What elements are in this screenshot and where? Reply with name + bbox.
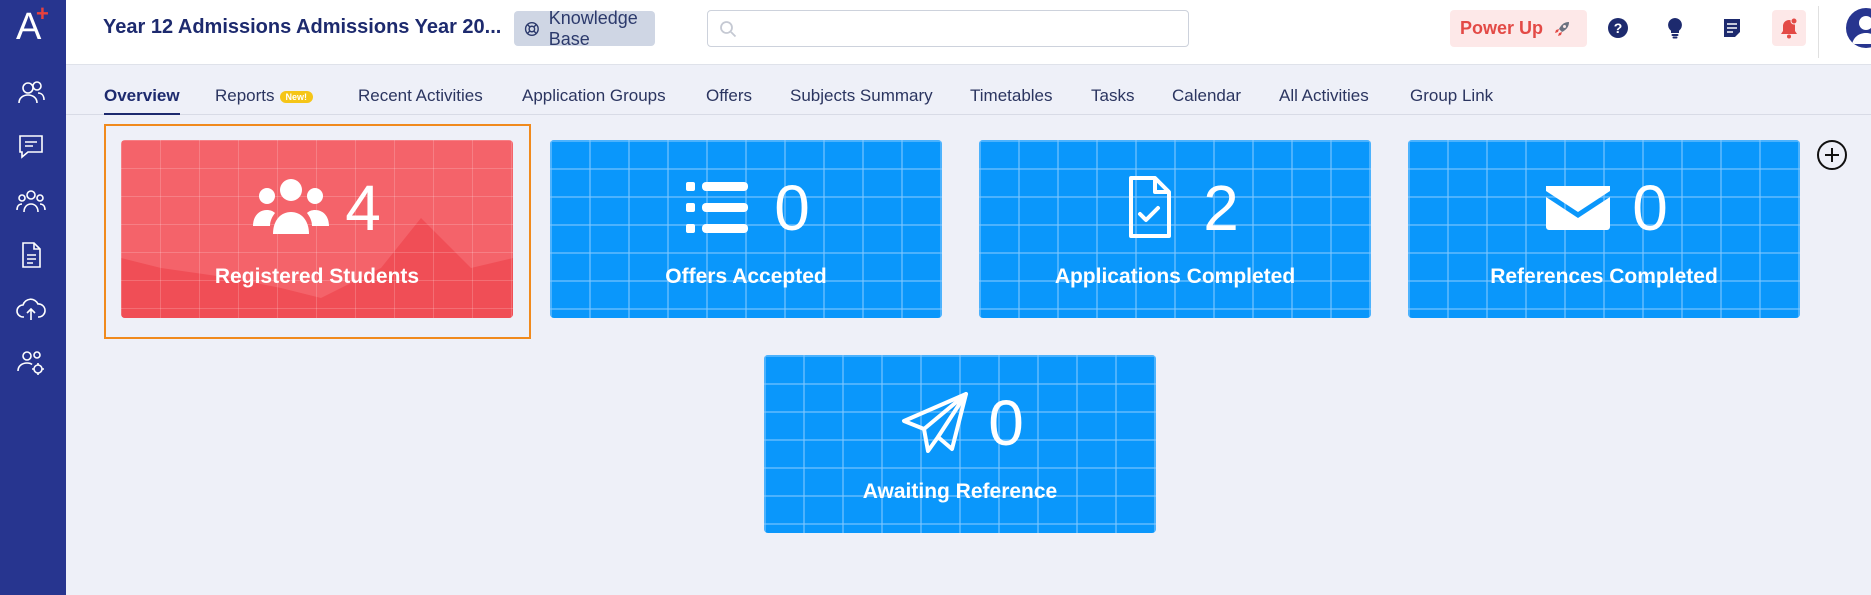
- card-label: Offers Accepted: [665, 265, 827, 288]
- rocket-icon: [1555, 21, 1570, 36]
- tab-application-groups[interactable]: Application Groups: [522, 86, 666, 106]
- card-offers-accepted[interactable]: 0 Offers Accepted: [550, 140, 942, 318]
- add-widget-button[interactable]: [1816, 139, 1848, 171]
- user-avatar[interactable]: [1846, 8, 1871, 48]
- tab-subjects-summary[interactable]: Subjects Summary: [790, 86, 933, 106]
- card-head: 0: [1408, 176, 1800, 240]
- card-count: 4: [345, 172, 381, 244]
- card-head: 0: [764, 391, 1156, 455]
- card-count: 0: [774, 172, 810, 244]
- card-count: 2: [1203, 172, 1239, 244]
- sidebar-user-settings-icon[interactable]: [13, 344, 49, 380]
- tab-tasks[interactable]: Tasks: [1091, 86, 1134, 106]
- knowledge-base-label: Knowledge Base: [548, 7, 638, 49]
- new-badge: New!: [279, 90, 314, 103]
- tab-timetables[interactable]: Timetables: [970, 86, 1053, 106]
- logo-plus: +: [36, 1, 49, 26]
- search-input[interactable]: [707, 10, 1189, 47]
- header-divider: [1818, 6, 1819, 58]
- sidebar-messages-icon[interactable]: [13, 128, 49, 164]
- card-label: Awaiting Reference: [862, 480, 1058, 503]
- notes-icon[interactable]: [1718, 14, 1746, 42]
- svg-text:?: ?: [1614, 20, 1623, 36]
- app-logo[interactable]: A +: [14, 1, 54, 47]
- tab-reports-label: Reports: [215, 86, 275, 105]
- tab-all-activities[interactable]: All Activities: [1279, 86, 1369, 106]
- card-registered-students[interactable]: 4 Registered Students: [121, 140, 513, 318]
- top-header: Year 12 Admissions Admissions Year 20...…: [66, 0, 1871, 65]
- sidebar-groups-icon[interactable]: [13, 183, 49, 219]
- search-icon: [720, 21, 737, 38]
- card-count: 0: [1632, 172, 1668, 244]
- card-awaiting-reference[interactable]: 0 Awaiting Reference: [764, 355, 1156, 533]
- bell-icon: [1781, 17, 1798, 39]
- card-label: Registered Students: [214, 265, 420, 288]
- card-head: 4: [121, 176, 513, 240]
- envelope-icon: [1546, 186, 1611, 230]
- plus-circle-icon: [1817, 140, 1847, 170]
- file-check-icon: [1129, 176, 1172, 238]
- sidebar-document-icon[interactable]: [13, 237, 49, 273]
- paper-plane-icon: [902, 392, 969, 453]
- card-count: 0: [988, 387, 1024, 459]
- card-label: References Completed: [1490, 265, 1718, 288]
- tab-group-link[interactable]: Group Link: [1410, 86, 1493, 106]
- tab-overview[interactable]: Overview: [104, 86, 180, 115]
- tab-reports[interactable]: Reports New!: [215, 86, 314, 106]
- card-head: 2: [979, 176, 1371, 240]
- lightbulb-icon[interactable]: [1661, 14, 1689, 42]
- card-head: 0: [550, 176, 942, 240]
- users-icon: [253, 179, 330, 234]
- knowledge-base-button[interactable]: Knowledge Base: [514, 8, 655, 49]
- list-icon: [686, 182, 749, 233]
- card-references-completed[interactable]: 0 References Completed: [1408, 140, 1800, 318]
- lifebuoy-icon: [524, 21, 539, 36]
- help-icon[interactable]: ?: [1604, 14, 1632, 42]
- sidebar-users-icon[interactable]: [13, 75, 49, 111]
- card-label: Applications Completed: [1054, 265, 1296, 288]
- tab-calendar[interactable]: Calendar: [1172, 86, 1241, 106]
- card-applications-completed[interactable]: 2 Applications Completed: [979, 140, 1371, 318]
- sidebar: A +: [0, 0, 66, 595]
- tab-bar: Overview Reports New! Recent Activities A…: [66, 65, 1871, 115]
- page-title: Year 12 Admissions Admissions Year 20...: [103, 16, 502, 38]
- notifications-button[interactable]: [1772, 10, 1806, 46]
- tab-recent-activities[interactable]: Recent Activities: [358, 86, 483, 106]
- tab-offers[interactable]: Offers: [706, 86, 752, 106]
- sidebar-cloud-upload-icon[interactable]: [13, 291, 49, 327]
- power-up-button[interactable]: Power Up: [1450, 10, 1587, 47]
- power-up-label: Power Up: [1460, 18, 1544, 38]
